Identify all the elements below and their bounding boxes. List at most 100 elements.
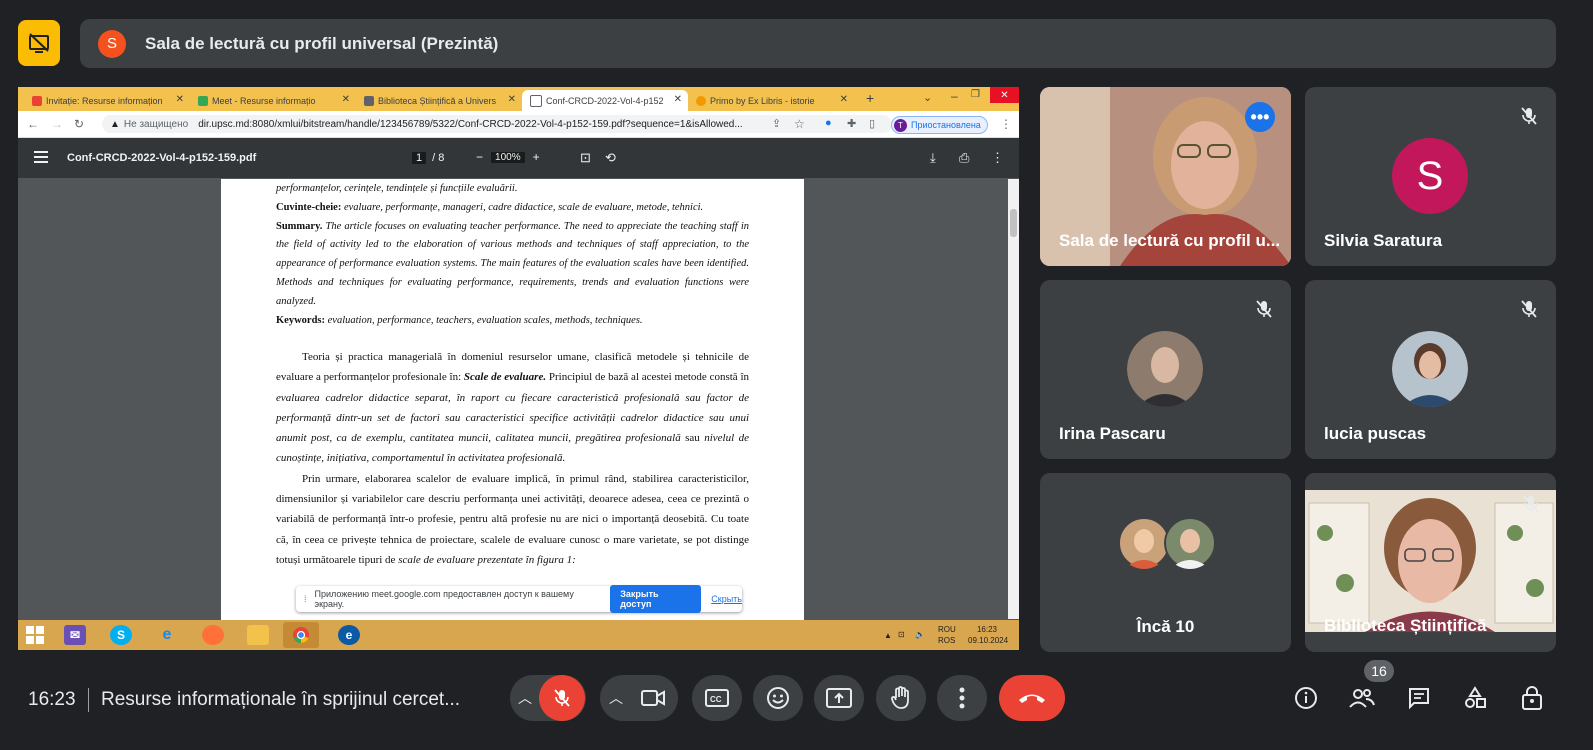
hide-link[interactable]: Скрыть bbox=[711, 594, 742, 604]
participant-tile[interactable]: Irina Pascaru bbox=[1040, 280, 1291, 459]
network-icon[interactable]: ⊡ bbox=[898, 629, 905, 640]
browser-tab[interactable]: Primo by Ex Libris - istorie ✕ bbox=[688, 90, 854, 111]
warning-icon: ▲ bbox=[110, 118, 120, 130]
bookmark-star-icon[interactable]: ☆ bbox=[794, 117, 805, 131]
keywords-ro: Cuvinte-cheie: evaluare, performanțe, ma… bbox=[276, 199, 749, 218]
leave-call-button[interactable] bbox=[999, 675, 1065, 721]
puzzle-icon[interactable]: ✚ bbox=[847, 117, 856, 130]
page-input[interactable]: 1 bbox=[412, 152, 427, 164]
browser-tab[interactable]: Meet - Resurse informațio ✕ bbox=[190, 90, 356, 111]
menu-icon[interactable] bbox=[34, 151, 48, 166]
participant-tile[interactable]: Biblioteca Științifică bbox=[1305, 473, 1556, 652]
meeting-details-button[interactable] bbox=[1292, 684, 1320, 712]
avatar bbox=[1127, 331, 1203, 407]
extension-icon[interactable]: ● bbox=[825, 117, 832, 129]
skype-icon[interactable]: S bbox=[110, 625, 132, 645]
more-vert-icon bbox=[959, 687, 965, 709]
new-tab-icon[interactable]: + bbox=[866, 90, 874, 106]
mic-off-icon bbox=[1521, 300, 1537, 318]
close-icon[interactable]: ✕ bbox=[508, 94, 516, 105]
camera-button[interactable] bbox=[630, 675, 676, 721]
participant-tile-others[interactable]: Încă 10 bbox=[1040, 473, 1291, 652]
window-close-icon[interactable]: ✕ bbox=[990, 87, 1019, 103]
chevron-up-icon[interactable]: ︿ bbox=[518, 688, 532, 708]
download-icon[interactable]: ⤓ bbox=[930, 150, 936, 166]
tray-arrow-icon[interactable]: ▲ bbox=[884, 630, 892, 641]
stop-presenting-button[interactable] bbox=[18, 20, 60, 66]
scrollbar-thumb[interactable] bbox=[1010, 209, 1017, 237]
pdf-scrollbar[interactable] bbox=[1008, 179, 1019, 619]
chat-button[interactable] bbox=[1405, 684, 1433, 712]
close-icon[interactable]: ✕ bbox=[674, 94, 682, 105]
captions-button[interactable]: CC bbox=[692, 675, 742, 721]
close-icon[interactable]: ✕ bbox=[342, 94, 350, 105]
participant-tile[interactable]: S Silvia Saratura bbox=[1305, 87, 1556, 266]
volume-icon[interactable]: 🔈 bbox=[915, 629, 925, 640]
zoom-out-icon[interactable]: − bbox=[476, 150, 483, 164]
avatar bbox=[1392, 331, 1468, 407]
host-controls-button[interactable] bbox=[1518, 684, 1546, 712]
more-options-button[interactable] bbox=[937, 675, 987, 721]
raise-hand-button[interactable] bbox=[876, 675, 926, 721]
close-icon[interactable]: ✕ bbox=[176, 94, 184, 105]
chevron-up-icon[interactable]: ︿ bbox=[609, 688, 623, 708]
reactions-button[interactable] bbox=[753, 675, 803, 721]
forward-icon[interactable]: → bbox=[51, 117, 63, 131]
close-icon[interactable]: ✕ bbox=[840, 94, 848, 105]
back-icon[interactable]: ← bbox=[27, 117, 39, 131]
microphone-button[interactable] bbox=[539, 675, 585, 721]
presenter-title: Sala de lectură cu profil universal (Pre… bbox=[145, 33, 499, 53]
tab-label: Biblioteca Științifică a Univers bbox=[378, 95, 497, 106]
body-section: Teoria și practica managerială în domeni… bbox=[276, 347, 749, 570]
print-icon[interactable]: ⎙ bbox=[959, 150, 969, 166]
chrome-taskbar-button[interactable] bbox=[283, 622, 319, 648]
language-indicator[interactable]: ROU ROS bbox=[938, 624, 956, 646]
browser-tab[interactable]: Biblioteca Științifică a Univers ✕ bbox=[356, 90, 522, 111]
zoom-input[interactable]: 100% bbox=[491, 151, 525, 163]
browser-menu-icon[interactable]: ⋮ bbox=[1000, 117, 1012, 131]
reload-icon[interactable]: ↻ bbox=[74, 117, 84, 131]
participant-tile-presenter[interactable]: ••• Sala de lectură cu profil u... bbox=[1040, 87, 1291, 266]
browser-tab-strip: Invitație: Resurse informațion ✕ Meet - R… bbox=[18, 87, 1019, 111]
rotate-icon[interactable]: ⟲ bbox=[605, 150, 616, 166]
drag-handle-icon[interactable]: ⁞ bbox=[304, 594, 307, 604]
divider bbox=[88, 688, 89, 712]
present-now-button[interactable] bbox=[814, 675, 864, 721]
activities-button[interactable] bbox=[1461, 684, 1489, 712]
keywords-ro-text: evaluare, performanțe, manageri, cadre d… bbox=[341, 201, 704, 213]
summary-label: Summary. bbox=[276, 220, 323, 232]
more-options-icon[interactable]: ••• bbox=[1245, 102, 1275, 132]
taskbar-clock[interactable]: 16:23 09.10.2024 bbox=[968, 624, 1008, 646]
share-icon[interactable]: ⇪ bbox=[772, 117, 781, 130]
mic-off-icon bbox=[1521, 107, 1537, 125]
library-icon bbox=[364, 95, 374, 106]
video-control-group: ︿ bbox=[600, 675, 678, 721]
more-options-icon[interactable]: ⋮ bbox=[991, 150, 1004, 166]
participants-count-badge: 16 bbox=[1364, 660, 1394, 682]
abstract-section: performanțelor, cerințele, tendințele și… bbox=[276, 180, 749, 330]
browser-tab[interactable]: Invitație: Resurse informațion ✕ bbox=[24, 90, 190, 111]
minimize-icon[interactable]: – bbox=[951, 89, 958, 103]
zoom-in-icon[interactable]: + bbox=[533, 150, 540, 164]
stop-sharing-button[interactable]: Закрыть доступ bbox=[610, 585, 702, 613]
profile-button[interactable]: T Приостановлена bbox=[891, 116, 988, 134]
people-button[interactable] bbox=[1348, 684, 1376, 712]
chevron-down-icon[interactable]: ⌄ bbox=[923, 91, 932, 104]
captions-icon: CC bbox=[705, 689, 729, 707]
participant-tile[interactable]: lucia puscas bbox=[1305, 280, 1556, 459]
emoji-icon bbox=[767, 687, 789, 709]
taskbar-time: 16:23 bbox=[976, 625, 998, 634]
fit-page-icon[interactable]: ⊡ bbox=[580, 150, 591, 166]
edge-icon[interactable]: e bbox=[338, 625, 360, 645]
internet-explorer-icon[interactable]: e bbox=[156, 625, 178, 645]
firefox-icon[interactable] bbox=[202, 625, 224, 645]
participant-name: Irina Pascaru bbox=[1059, 424, 1166, 443]
browser-tab-active[interactable]: Conf-CRCD-2022-Vol-4-p152 ✕ bbox=[522, 90, 688, 111]
windows-start-icon[interactable] bbox=[24, 625, 46, 645]
avatar bbox=[1164, 517, 1216, 569]
file-explorer-icon[interactable] bbox=[247, 625, 269, 645]
camera-icon bbox=[641, 690, 665, 706]
restore-icon[interactable]: ❐ bbox=[971, 89, 980, 100]
sidepanel-icon[interactable]: ▯ bbox=[869, 117, 875, 130]
app-icon[interactable]: ✉ bbox=[64, 625, 86, 645]
